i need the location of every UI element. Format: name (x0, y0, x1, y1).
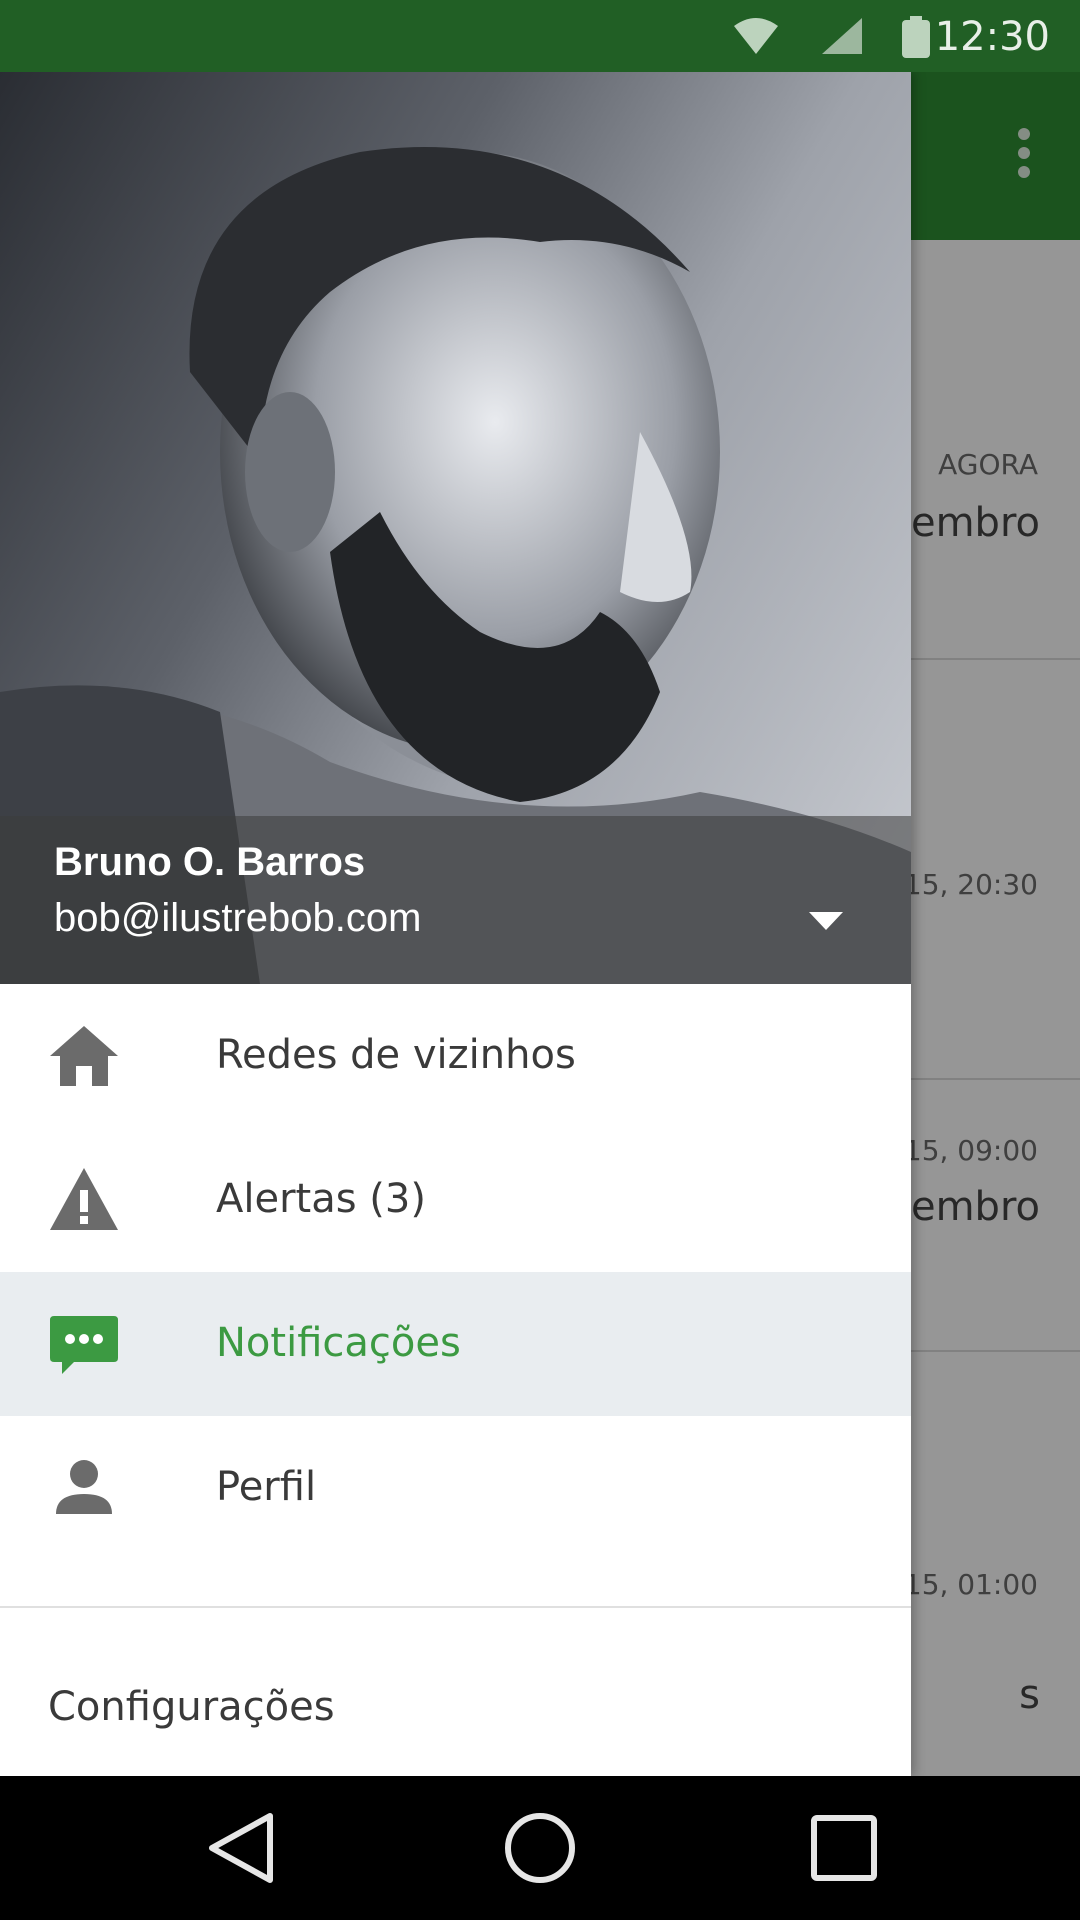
back-icon[interactable] (206, 1812, 278, 1889)
chat-bubble-icon (48, 1308, 120, 1380)
wifi-icon (732, 16, 780, 61)
status-bar: 12:30 (0, 0, 1080, 72)
drawer-header: Bruno O. Barros bob@ilustrebob.com (0, 72, 911, 984)
cell-signal-icon (820, 16, 864, 61)
home-circle-icon[interactable] (504, 1812, 576, 1889)
menu-divider (0, 1606, 911, 1608)
account-dropdown-icon[interactable] (809, 912, 843, 935)
menu-item-redes-de-vizinhos[interactable]: Redes de vizinhos (0, 984, 911, 1128)
battery-icon (902, 16, 930, 63)
person-icon (48, 1452, 120, 1524)
menu-item-perfil[interactable]: Perfil (0, 1416, 911, 1560)
warning-icon (48, 1164, 120, 1236)
navigation-drawer: Bruno O. Barros bob@ilustrebob.com Redes… (0, 72, 911, 1776)
menu-item-label: Alertas (3) (216, 1176, 426, 1222)
menu-item-label: Redes de vizinhos (216, 1032, 576, 1078)
home-icon (48, 1020, 120, 1092)
system-nav-bar (0, 1776, 1080, 1920)
status-time: 12:30 (934, 14, 1050, 60)
user-email: bob@ilustrebob.com (54, 896, 422, 940)
user-name: Bruno O. Barros (54, 840, 366, 884)
menu-item-label: Notificações (216, 1320, 461, 1366)
recents-icon[interactable] (808, 1812, 880, 1889)
menu-item-notificacoes[interactable]: Notificações (0, 1272, 911, 1416)
settings-link[interactable]: Configurações (48, 1684, 335, 1730)
menu-item-alertas[interactable]: Alertas (3) (0, 1128, 911, 1272)
menu-item-label: Perfil (216, 1464, 317, 1510)
